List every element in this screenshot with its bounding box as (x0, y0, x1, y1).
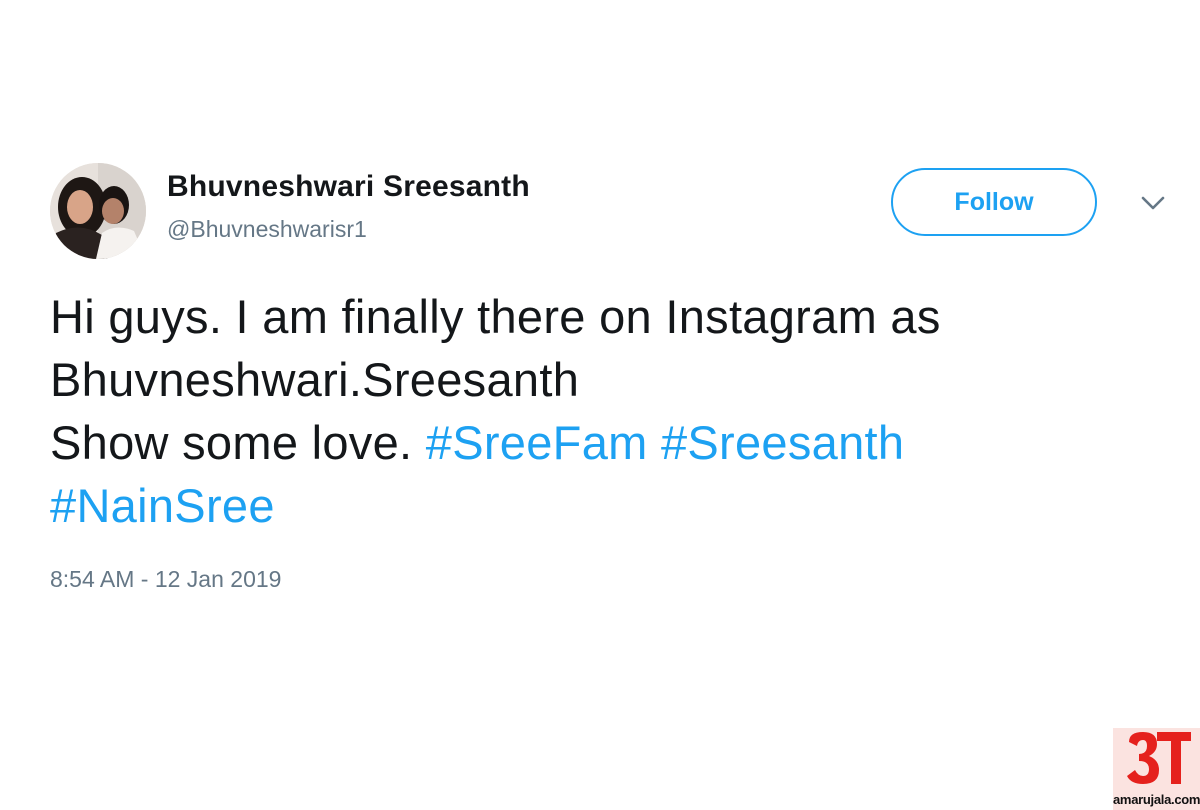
tweet-text-line-2: Bhuvneshwari.Sreesanth (50, 353, 580, 406)
tweet-text-line-4: #NainSree (50, 474, 1130, 537)
display-name[interactable]: Bhuvneshwari Sreesanth (167, 170, 530, 204)
watermark-site: amarujala.com (1113, 792, 1200, 807)
avatar-photo (50, 163, 146, 259)
hashtag-link-sreesanth[interactable]: #Sreesanth (661, 416, 904, 469)
hashtag-link-nainsree[interactable]: #NainSree (50, 479, 275, 532)
avatar[interactable] (50, 163, 146, 259)
amarujala-logo-icon (1127, 732, 1191, 784)
tweet-timestamp[interactable]: 8:54 AM - 12 Jan 2019 (50, 566, 281, 593)
tweet-card: Bhuvneshwari Sreesanth @Bhuvneshwarisr1 … (0, 0, 1200, 810)
tweet-text-plain: Show some love. (50, 416, 426, 469)
tweet-text-line-1: Hi guys. I am finally there on Instagram… (50, 290, 941, 343)
user-handle[interactable]: @Bhuvneshwarisr1 (167, 216, 367, 243)
tweet-text-line-3: Show some love. #SreeFam #Sreesanth (50, 411, 1130, 474)
follow-button[interactable]: Follow (891, 168, 1097, 236)
chevron-down-icon[interactable] (1138, 192, 1168, 214)
tweet-text: Hi guys. I am finally there on Instagram… (50, 285, 1130, 537)
watermark-logo: amarujala.com (1113, 728, 1200, 810)
hashtag-link-sreefam[interactable]: #SreeFam (426, 416, 648, 469)
